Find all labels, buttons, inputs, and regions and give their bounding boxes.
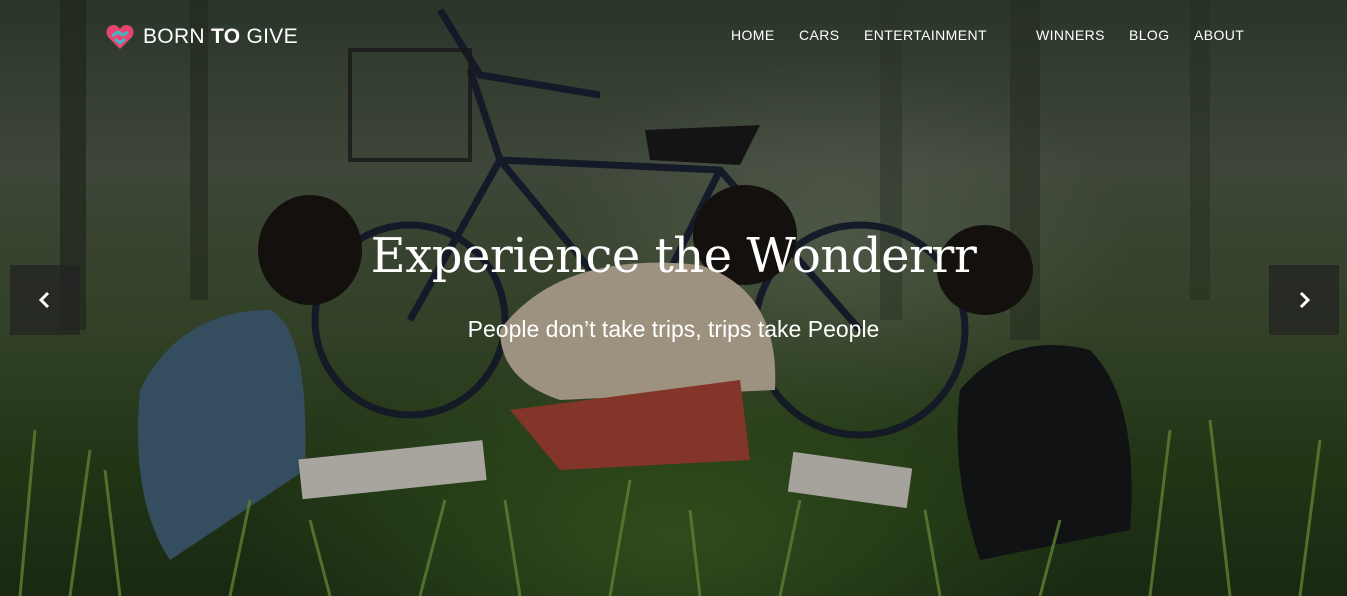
nav-entertainment[interactable]: ENTERTAINMENT [864,27,987,43]
chevron-right-icon [1299,291,1311,309]
nav-blog[interactable]: BLOG [1129,27,1170,43]
brand-name: BORN TO GIVE [143,25,298,48]
heart-handshake-icon [106,25,134,49]
nav-cars[interactable]: CARS [799,27,840,43]
hero-overlay [0,0,1347,596]
nav-home[interactable]: HOME [731,27,775,43]
carousel-prev-button[interactable] [10,265,80,335]
brand-logo[interactable]: BORN TO GIVE [105,22,298,52]
top-navbar: BORN TO GIVE HOME CARS ENTERTAINMENT WIN… [0,0,1347,72]
chevron-left-icon [38,291,50,309]
hero-headline: Experience the Wonderrr [370,228,977,284]
nav-winners[interactable]: WINNERS [1036,27,1105,43]
hero-slider: BORN TO GIVE HOME CARS ENTERTAINMENT WIN… [0,0,1347,596]
carousel-next-button[interactable] [1269,265,1339,335]
hero-tagline: People don’t take trips, trips take Peop… [467,316,880,342]
nav-about[interactable]: ABOUT [1194,27,1244,43]
